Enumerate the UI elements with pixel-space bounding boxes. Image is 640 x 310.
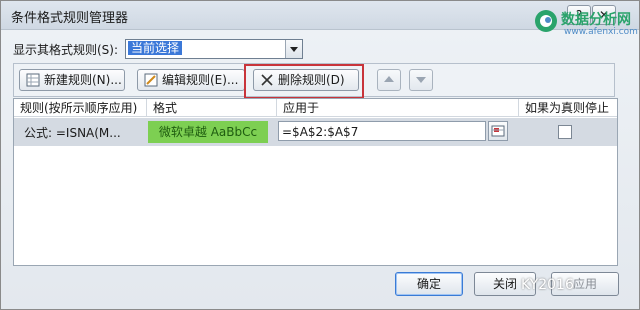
conditional-formatting-dialog: 条件格式规则管理器 ? ✕ 数据分析网 www.afenxi.com 显示其格式… — [0, 0, 640, 310]
move-down-button[interactable] — [409, 69, 433, 91]
header-format: 格式 — [147, 99, 277, 117]
new-rule-button[interactable]: 新建规则(N)... — [19, 69, 125, 91]
header-stop-if-true: 如果为真则停止 — [519, 99, 617, 117]
edit-rule-label: 编辑规则(E)... — [162, 73, 239, 87]
chevron-down-icon[interactable] — [285, 40, 302, 58]
header-applies-to: 应用于 — [277, 99, 519, 117]
stop-if-true-checkbox[interactable] — [558, 125, 572, 139]
new-rule-icon — [26, 73, 40, 87]
header-rule: 规则(按所示顺序应用) — [14, 99, 147, 117]
brand-name: 数据分析网 — [561, 12, 631, 28]
applies-to-input[interactable]: =$A$2:$A$7 — [278, 121, 486, 141]
brand-logo-icon — [535, 10, 557, 32]
show-rules-label: 显示其格式规则(S): — [13, 43, 119, 57]
dialog-title: 条件格式规则管理器 — [11, 11, 129, 26]
edit-rule-icon — [144, 73, 158, 87]
ok-button[interactable]: 确定 — [395, 272, 463, 296]
move-up-button[interactable] — [377, 69, 401, 91]
edit-rule-button[interactable]: 编辑规则(E)... — [137, 69, 245, 91]
rules-table: 规则(按所示顺序应用) 格式 应用于 如果为真则停止 公式: =ISNA(M..… — [13, 98, 618, 266]
show-rules-value: 当前选择 — [128, 41, 183, 55]
format-preview: 微软卓越 AaBbCc — [148, 121, 268, 143]
delete-button-highlight — [244, 64, 364, 99]
brand-url: www.afenxi.com — [564, 27, 638, 37]
rule-formula: 公式: =ISNA(M... — [24, 126, 121, 140]
brand-watermark: 数据分析网 www.afenxi.com — [534, 7, 638, 43]
watermark-text: KY2016 — [521, 277, 574, 293]
new-rule-label: 新建规则(N)... — [44, 73, 122, 87]
range-picker-icon[interactable] — [488, 121, 508, 141]
show-rules-select[interactable]: 当前选择 — [125, 39, 303, 59]
